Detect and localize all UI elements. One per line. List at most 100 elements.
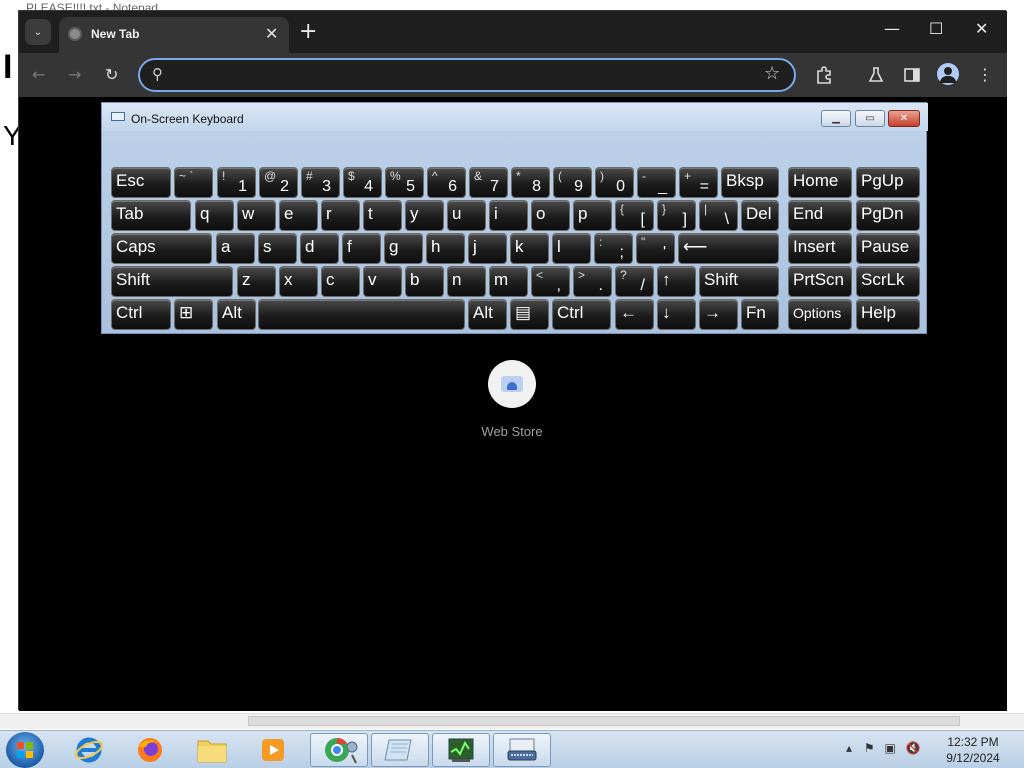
taskbar-ie[interactable] (62, 733, 116, 767)
osk-key-z[interactable]: z (237, 266, 276, 297)
osk-key-,[interactable]: <, (531, 266, 570, 297)
volume-muted-icon[interactable]: 🔇 (906, 741, 921, 755)
osk-key-n[interactable]: n (447, 266, 486, 297)
close-window-button[interactable]: ✕ (975, 19, 988, 38)
osk-key-alt[interactable]: Alt (217, 299, 256, 330)
taskbar-explorer[interactable] (185, 733, 239, 767)
osk-key-options[interactable]: Options (788, 299, 852, 330)
address-input[interactable] (176, 64, 736, 86)
osk-key-b[interactable]: b (405, 266, 444, 297)
tab-new-tab[interactable]: New Tab ✕ (59, 17, 289, 53)
forward-button[interactable]: → (68, 65, 81, 84)
osk-key-insert[interactable]: Insert (788, 233, 852, 264)
web-store-shortcut[interactable] (488, 360, 536, 408)
tab-search-button[interactable]: ⌄ (25, 19, 51, 45)
osk-key-[[interactable]: {[ (615, 200, 654, 231)
osk-key-y[interactable]: y (405, 200, 444, 231)
osk-key-x[interactable]: x (279, 266, 318, 297)
osk-key-1[interactable]: ! 1 (217, 167, 256, 198)
osk-key-ctrl[interactable]: Ctrl (111, 299, 171, 330)
reload-button[interactable]: ↻ (105, 65, 118, 84)
osk-key-scrlk[interactable]: ScrLk (856, 266, 920, 297)
osk-titlebar[interactable]: On-Screen Keyboard ▁ ▭ ✕ (102, 103, 928, 131)
osk-key-end[interactable]: End (788, 200, 852, 231)
taskbar-osk[interactable] (493, 733, 551, 767)
osk-key-▤[interactable]: ▤ (510, 299, 549, 330)
taskbar-firefox[interactable] (123, 733, 177, 767)
osk-key-0[interactable]: ) 0 (595, 167, 634, 198)
osk-key-g[interactable]: g (384, 233, 423, 264)
osk-key-ctrl[interactable]: Ctrl (552, 299, 611, 330)
osk-key-2[interactable]: @2 (259, 167, 298, 198)
osk-key-p[interactable]: p (573, 200, 612, 231)
osk-key-home[interactable]: Home (788, 167, 852, 198)
profile-avatar-icon[interactable] (937, 63, 959, 85)
osk-key-tab[interactable]: Tab (111, 200, 191, 231)
osk-key-i[interactable]: i (489, 200, 528, 231)
osk-key-h[interactable]: h (426, 233, 465, 264)
osk-key-l[interactable]: l (552, 233, 591, 264)
osk-key-←[interactable]: ← (615, 299, 654, 330)
osk-key-/[interactable]: ? / (615, 266, 654, 297)
osk-key-r[interactable]: r (321, 200, 360, 231)
osk-key-q[interactable]: q (195, 200, 234, 231)
osk-key-c[interactable]: c (321, 266, 360, 297)
osk-key-pgup[interactable]: PgUp (856, 167, 920, 198)
osk-key-↓[interactable]: ↓ (657, 299, 696, 330)
osk-key-][interactable]: }] (657, 200, 696, 231)
osk-restore-button[interactable]: ▭ (855, 110, 885, 127)
taskbar-chrome[interactable] (310, 733, 368, 767)
osk-key-'[interactable]: " ' (636, 233, 675, 264)
new-tab-button[interactable]: + (299, 19, 317, 44)
osk-key-→[interactable]: → (699, 299, 738, 330)
osk-key-space[interactable] (258, 299, 465, 330)
osk-key-4[interactable]: $4 (343, 167, 382, 198)
notepad-hscroll-thumb[interactable] (248, 716, 960, 726)
osk-key-e[interactable]: e (279, 200, 318, 231)
osk-key-↑[interactable]: ↑ (657, 266, 696, 297)
osk-key-_[interactable]: - _ (637, 167, 676, 198)
osk-key-shift[interactable]: Shift (111, 266, 233, 297)
osk-key-m[interactable]: m (489, 266, 528, 297)
osk-key-;[interactable]: :; (594, 233, 633, 264)
osk-key-bksp[interactable]: Bksp (721, 167, 779, 198)
osk-key-o[interactable]: o (531, 200, 570, 231)
osk-key-k[interactable]: k (510, 233, 549, 264)
osk-key-f[interactable]: f (342, 233, 381, 264)
osk-key-prtscn[interactable]: PrtScn (788, 266, 852, 297)
osk-minimize-button[interactable]: ▁ (821, 110, 851, 127)
osk-key-a[interactable]: a (216, 233, 255, 264)
osk-key-j[interactable]: j (468, 233, 507, 264)
osk-key-9[interactable]: (9 (553, 167, 592, 198)
osk-key-7[interactable]: & 7 (469, 167, 508, 198)
osk-key-caps[interactable]: Caps (111, 233, 212, 264)
osk-close-button[interactable]: ✕ (888, 110, 920, 127)
osk-key-.[interactable]: >. (573, 266, 612, 297)
bookmark-star-icon[interactable]: ☆ (764, 63, 780, 84)
osk-key-pgdn[interactable]: PgDn (856, 200, 920, 231)
taskbar-clock[interactable]: 12:32 PM 9/12/2024 (935, 734, 1011, 766)
osk-key-8[interactable]: * 8 (511, 167, 550, 198)
osk-key-3[interactable]: #3 (301, 167, 340, 198)
osk-key-t[interactable]: t (363, 200, 402, 231)
extensions-icon[interactable] (815, 66, 833, 84)
start-button[interactable] (6, 732, 44, 768)
side-panel-icon[interactable] (903, 66, 921, 84)
minimize-button[interactable]: — (884, 19, 900, 38)
maximize-button[interactable]: ☐ (929, 19, 943, 38)
close-tab-button[interactable]: ✕ (265, 24, 278, 43)
taskbar-notepad[interactable] (371, 733, 429, 767)
osk-key-d[interactable]: d (300, 233, 339, 264)
address-bar[interactable]: ⚲ ☆ (138, 58, 796, 92)
osk-key-6[interactable]: ^ 6 (427, 167, 466, 198)
menu-kebab-icon[interactable]: ⋮ (977, 65, 993, 84)
web-store-label[interactable]: Web Store (462, 424, 562, 439)
taskbar-task-manager[interactable] (432, 733, 490, 767)
osk-key-alt[interactable]: Alt (468, 299, 507, 330)
osk-key-help[interactable]: Help (856, 299, 920, 330)
osk-key-s[interactable]: s (258, 233, 297, 264)
osk-key-w[interactable]: w (237, 200, 276, 231)
back-button[interactable]: ← (32, 65, 45, 84)
osk-key-u[interactable]: u (447, 200, 486, 231)
taskbar-media-player[interactable] (246, 733, 300, 767)
